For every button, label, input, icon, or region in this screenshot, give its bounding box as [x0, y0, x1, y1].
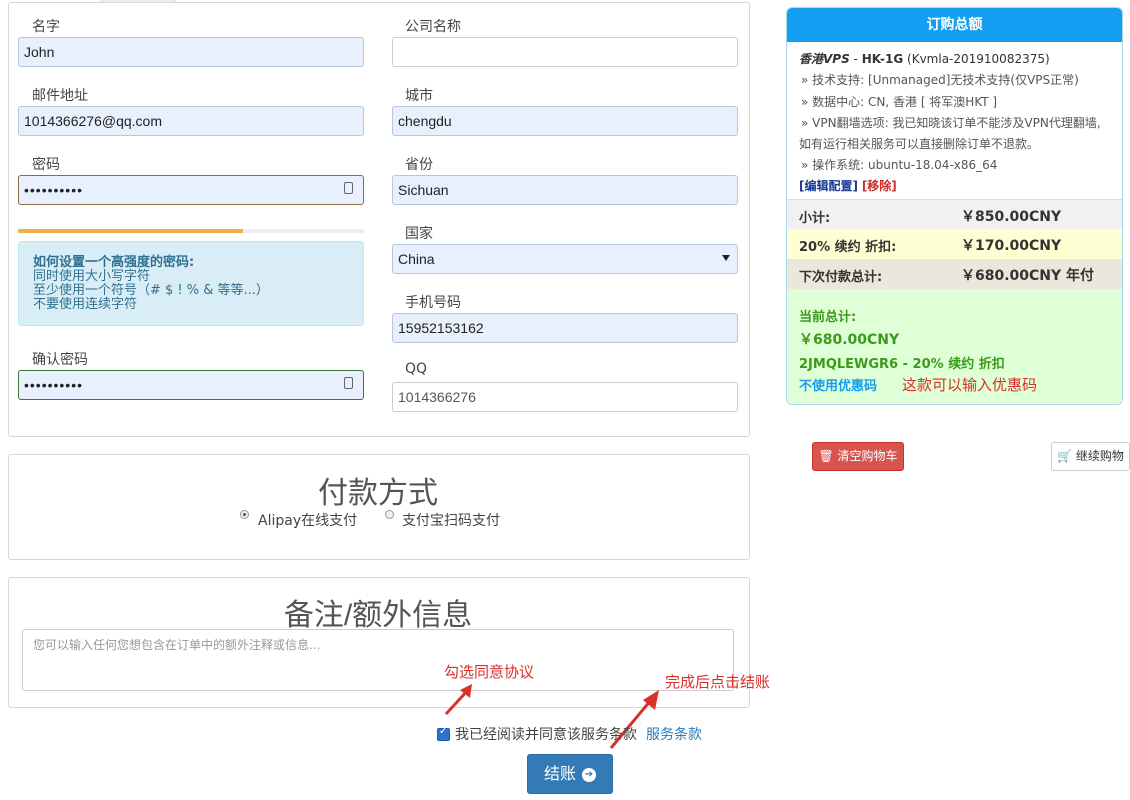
order-summary: 订购总额 香港VPS - HK-1G (Kvmla-201910082375) … [786, 7, 1123, 405]
payment-option-alipay[interactable]: Alipay在线支付 [258, 510, 357, 530]
checkout-button[interactable]: 结账 ➔ [527, 754, 613, 794]
continue-shopping-button[interactable]: 🛒 继续购物 [1051, 442, 1130, 471]
notes-textarea[interactable]: 您可以输入任何您想包含在订单中的额外注释或信息... [22, 629, 734, 691]
product-config-line: 如有运行相关服务可以直接删除订单不退款。 [799, 137, 1040, 151]
qq-field[interactable]: 1014366276 [392, 382, 738, 412]
province-field[interactable]: Sichuan [392, 175, 738, 205]
subtotal-value: ￥850.00CNY [961, 209, 1062, 225]
tip-title: 如何设置一个高强度的密码: [33, 255, 195, 270]
terms-link[interactable]: 服务条款 [646, 724, 702, 744]
total-label: 当前总计: [799, 310, 857, 325]
password-manager-icon[interactable] [344, 377, 353, 389]
company-label: 公司名称 [405, 19, 461, 35]
total-box: 当前总计: ￥680.00CNY 2JMQLEWGR6 - 20% 续约 折扣 … [787, 289, 1122, 404]
remove-item-link[interactable]: [移除] [862, 179, 897, 193]
password-dots: •••••••••• [24, 182, 84, 198]
annotation-agree: 勾选同意协议 [444, 665, 535, 681]
arrow-right-icon: ➔ [582, 767, 596, 782]
city-label: 城市 [405, 88, 433, 104]
password-label: 密码 [32, 157, 60, 173]
password-manager-icon[interactable] [344, 182, 353, 194]
summary-title: 订购总额 [787, 8, 1122, 42]
confirm-password-dots: •••••••••• [24, 377, 84, 393]
product-title: 香港VPS - HK-1G (Kvmla-201910082375) [799, 50, 1050, 67]
product-separator: - [849, 52, 862, 66]
email-label: 邮件地址 [32, 88, 88, 104]
email-field[interactable]: 1014366276@qq.com [18, 106, 364, 136]
province-label: 省份 [405, 157, 433, 173]
city-field[interactable]: chengdu [392, 106, 738, 136]
password-tip-box: 如何设置一个高强度的密码: 同时使用大小写字符 至少使用一个符号（# $ ! %… [18, 241, 364, 326]
product-id: (Kvmla-201910082375) [907, 52, 1050, 66]
subtotal-label: 小计: [799, 211, 831, 226]
cart-icon: 🛒 [1057, 449, 1073, 463]
remove-promo-link[interactable]: 不使用优惠码 [799, 375, 877, 394]
agree-checkbox[interactable] [437, 726, 450, 741]
name-label: 名字 [32, 19, 60, 35]
payment-radio-alipay[interactable] [240, 510, 249, 519]
country-value: China [398, 251, 435, 267]
discount-value: ￥170.00CNY [961, 238, 1062, 254]
product-name: HK-1G [861, 52, 904, 66]
confirm-password-label: 确认密码 [32, 352, 88, 368]
annotation-coupon: 这款可以输入优惠码 [902, 378, 1038, 394]
qq-label: QQ [405, 361, 428, 377]
confirm-password-field[interactable]: •••••••••• [18, 370, 364, 400]
total-value: ￥680.00CNY [799, 332, 900, 348]
payment-title: 付款方式 [318, 477, 438, 510]
chevron-down-icon [722, 255, 730, 261]
tip-line: 不要使用连续字符 [33, 297, 138, 312]
discount-label: 20% 续约 折扣: [799, 240, 897, 255]
discount-row: 20% 续约 折扣: ￥170.00CNY [787, 229, 1122, 259]
subtotal-row: 小计: ￥850.00CNY [787, 199, 1122, 230]
recurring-value: ￥680.00CNY 年付 [961, 268, 1095, 284]
agree-text: 我已经阅读并同意该服务条款 [455, 727, 637, 743]
product-config-line: » 数据中心: CN, 香港 [ 将军澳HKT ] [801, 95, 998, 109]
tip-line: 至少使用一个符号（# $ ! % & 等等...） [33, 283, 269, 298]
tip-line: 同时使用大小写字符 [33, 269, 151, 284]
phone-field[interactable]: 15952153162 [392, 313, 738, 343]
country-label: 国家 [405, 226, 433, 242]
password-strength-fill [18, 229, 243, 233]
annotation-checkout: 完成后点击结账 [665, 675, 771, 691]
password-strength-bar [18, 229, 364, 233]
password-field[interactable]: •••••••••• [18, 175, 364, 205]
country-select[interactable]: China [392, 244, 738, 274]
product-group: 香港VPS [799, 52, 850, 66]
payment-option-qrcode[interactable]: 支付宝扫码支付 [402, 510, 500, 530]
checkout-label: 结账 [543, 764, 576, 783]
product-config-line: » 操作系统: ubuntu-18.04-x86_64 [801, 158, 998, 172]
phone-label: 手机号码 [405, 295, 461, 311]
recurring-row: 下次付款总计: ￥680.00CNY 年付 [787, 259, 1122, 289]
payment-radio-qrcode[interactable] [385, 510, 394, 519]
clear-cart-button[interactable]: 🗑 清空购物车 [812, 442, 904, 471]
product-config-line: » 技术支持: [Unmanaged]无技术支持(仅VPS正常) [801, 73, 1079, 87]
notes-title: 备注/额外信息 [283, 599, 473, 632]
annotation-arrow-icon [444, 684, 472, 716]
edit-config-link[interactable]: [编辑配置] [799, 179, 858, 193]
continue-shopping-label: 继续购物 [1075, 449, 1124, 463]
promo-applied: 2JMQLEWGR6 - 20% 续约 折扣 [799, 357, 1005, 372]
product-config-line: » VPN翻墙选项: 我已知晓该订单不能涉及VPN代理翻墙, [801, 116, 1101, 130]
trash-icon: 🗑 [818, 449, 834, 463]
clear-cart-label: 清空购物车 [837, 449, 898, 463]
product-actions: [编辑配置] [移除] [799, 177, 897, 194]
company-field[interactable] [392, 37, 738, 67]
recurring-label: 下次付款总计: [799, 270, 883, 285]
name-field[interactable]: John [18, 37, 364, 67]
